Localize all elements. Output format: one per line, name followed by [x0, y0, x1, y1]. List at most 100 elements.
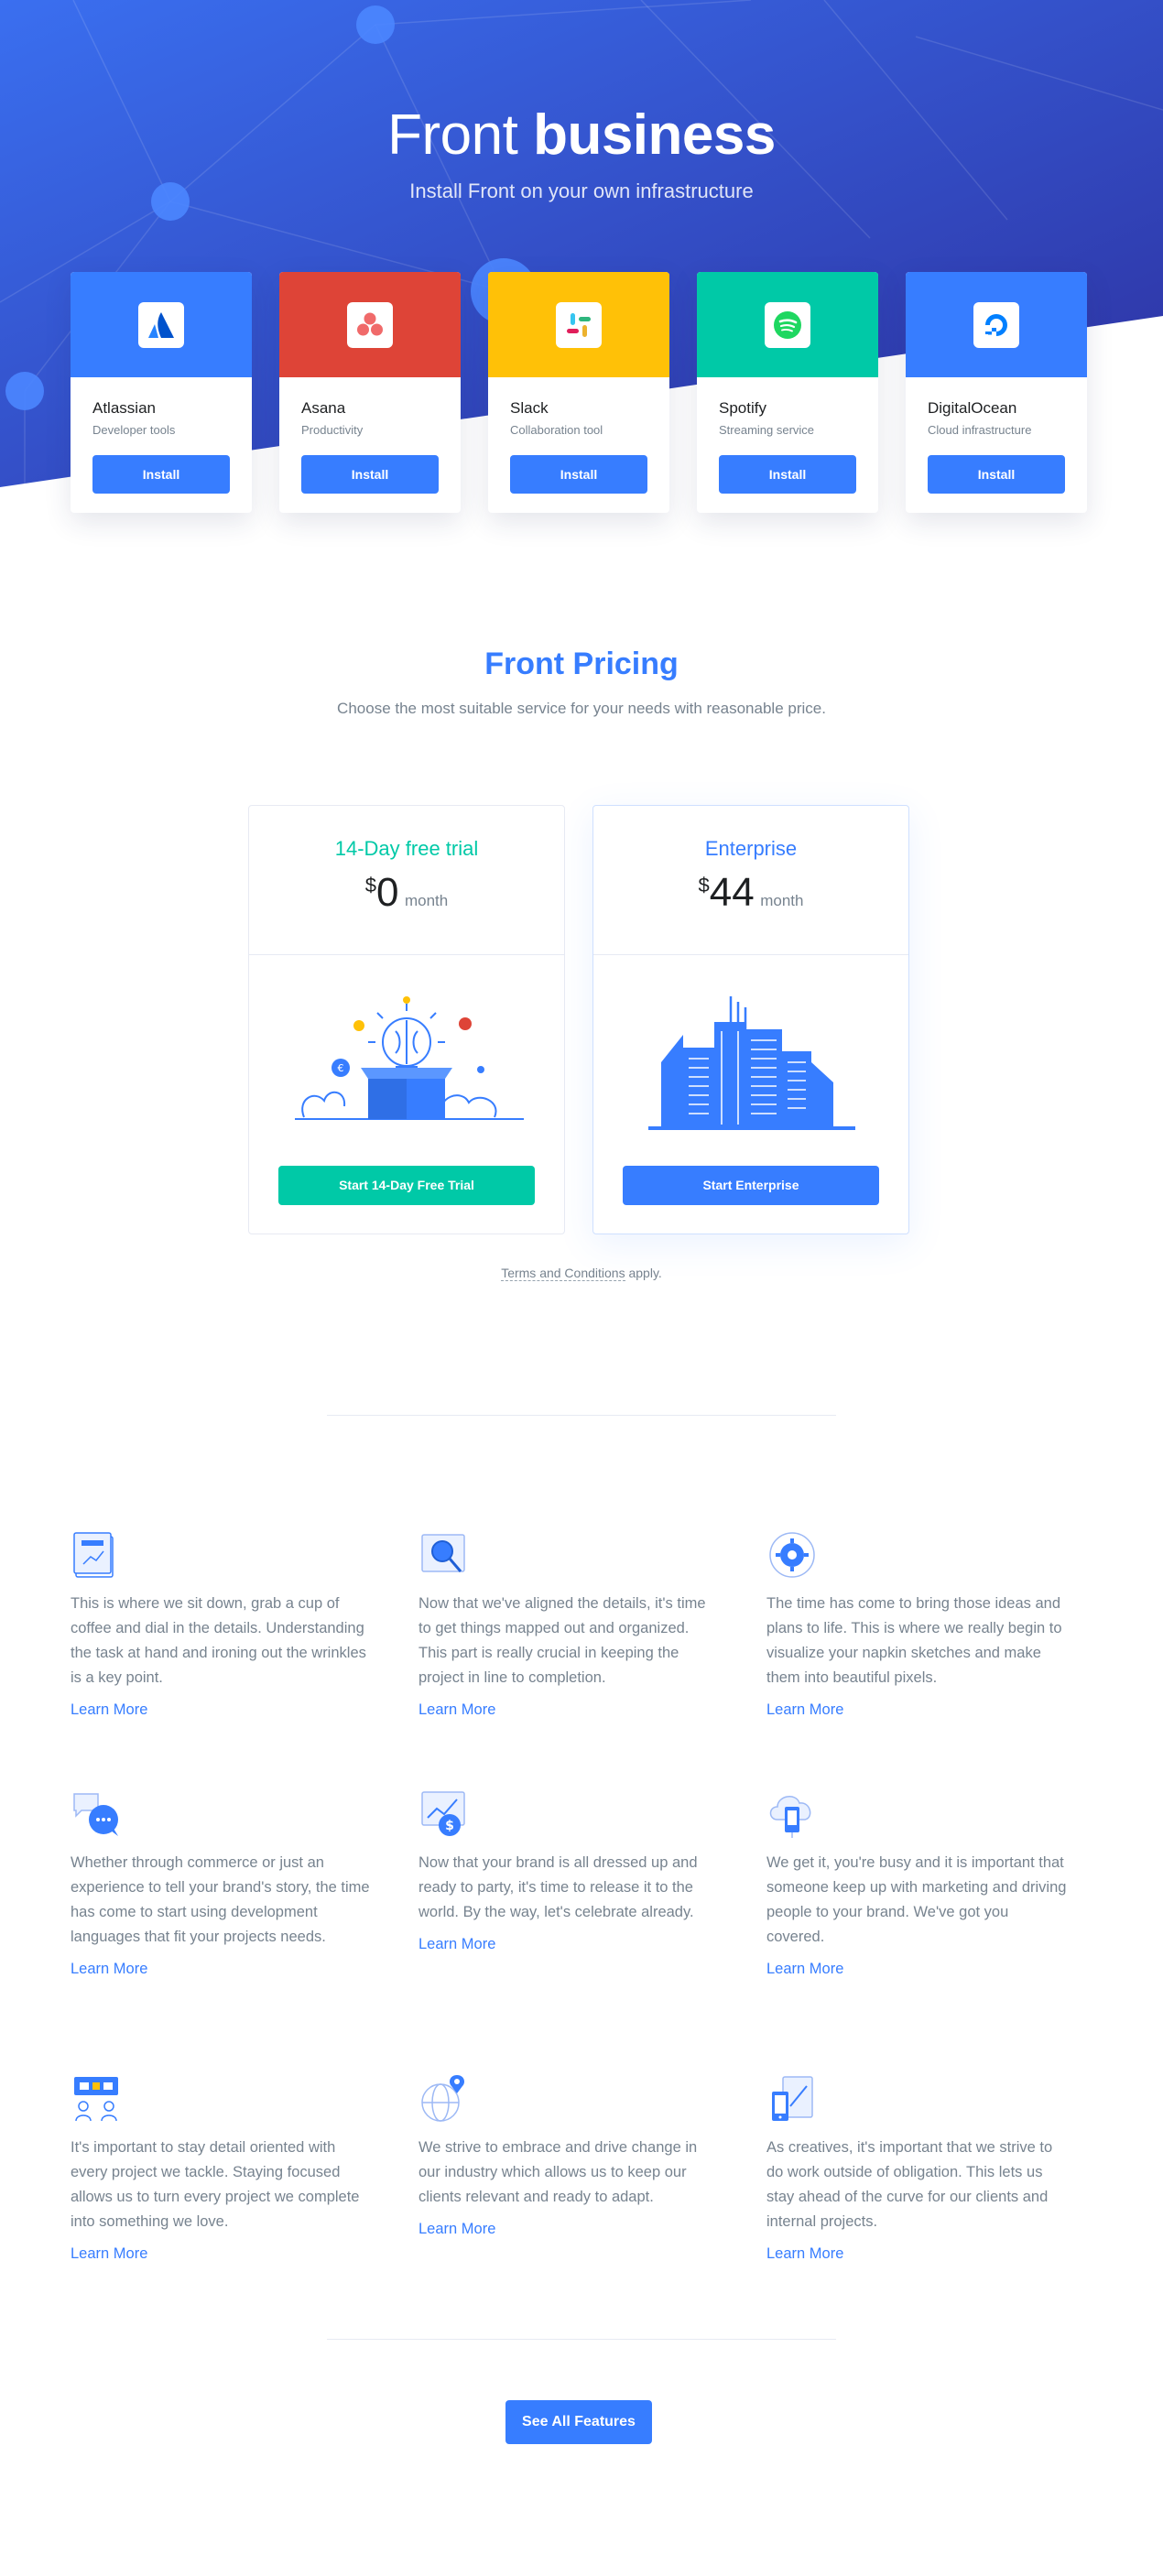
install-button-spotify[interactable]: Install: [719, 455, 856, 494]
learn-more-link[interactable]: Learn More: [418, 2221, 495, 2238]
feature-text: Now that your brand is all dressed up an…: [418, 1854, 698, 1920]
hero-section: Front business Install Front on your own…: [0, 0, 1163, 586]
slack-logo-icon: [556, 301, 602, 348]
start-enterprise-button[interactable]: Start Enterprise: [623, 1166, 879, 1205]
price-currency: $: [364, 874, 377, 897]
gear-globe-icon: [766, 1529, 818, 1581]
app-name: Spotify: [719, 399, 766, 417]
price-period: month: [760, 892, 804, 909]
plan-name: Enterprise: [704, 837, 798, 860]
learn-more-link[interactable]: Learn More: [766, 1961, 843, 1978]
learn-more-link[interactable]: Learn More: [71, 2245, 147, 2263]
hero-subtitle: Install Front on your own infrastructure: [409, 179, 754, 202]
app-name: DigitalOcean: [928, 399, 1017, 417]
plan-price: $0 month: [249, 870, 564, 916]
start-free-trial-button[interactable]: Start 14-Day Free Trial: [278, 1166, 535, 1205]
see-all-features-button[interactable]: See All Features: [505, 2400, 652, 2444]
price-amount: 44: [709, 870, 755, 915]
feature-item: Whether through commerce or just an expe…: [71, 1788, 373, 1978]
document-chart-icon: [71, 1529, 122, 1581]
section-divider: [327, 1415, 836, 1416]
pricing-title-light: Front: [484, 647, 565, 681]
svg-text:$: $: [445, 1819, 454, 1833]
app-name: Asana: [301, 399, 346, 417]
app-card-header: [71, 272, 252, 377]
install-button-asana[interactable]: Install: [301, 455, 439, 494]
plan-card-free-trial: 14-Day free trial $0 month € Start 14-Da…: [248, 805, 565, 1234]
chat-bubbles-icon: [71, 1788, 122, 1840]
app-card-header: [697, 272, 878, 377]
learn-more-link[interactable]: Learn More: [418, 1701, 495, 1719]
feature-text: This is where we sit down, grab a cup of…: [71, 1595, 366, 1686]
team-collaboration-icon: [71, 2073, 122, 2125]
section-divider: [327, 2339, 836, 2340]
plan-card-enterprise: Enterprise $44 month Start Enterprise: [592, 805, 909, 1234]
terms-note: Terms and Conditions apply.: [0, 1266, 1163, 1281]
pricing-subtitle: Choose the most suitable service for you…: [337, 700, 826, 717]
feature-item: It's important to stay detail oriented w…: [71, 2073, 373, 2263]
plan-divider: [249, 954, 564, 955]
feature-item: $ Now that your brand is all dressed up …: [418, 1788, 721, 1953]
brain-in-box-icon: €: [249, 980, 564, 1145]
pricing-title-bold: Pricing: [572, 647, 679, 681]
growth-chart-dollar-icon: $: [418, 1788, 470, 1840]
terms-link[interactable]: Terms and Conditions: [501, 1266, 625, 1281]
app-category: Cloud infrastructure: [928, 423, 1032, 437]
atlassian-logo-icon: [138, 301, 184, 348]
svg-text:€: €: [338, 1062, 344, 1074]
price-amount: 0: [376, 870, 399, 915]
learn-more-link[interactable]: Learn More: [766, 2245, 843, 2263]
app-card-header: [279, 272, 461, 377]
install-button-digitalocean[interactable]: Install: [928, 455, 1065, 494]
app-card-atlassian: Atlassian Developer tools Install: [71, 272, 252, 513]
app-name: Atlassian: [92, 399, 156, 417]
hero-title-bold: business: [533, 103, 776, 167]
feature-text: We strive to embrace and drive change in…: [418, 2139, 698, 2205]
app-cards: Atlassian Developer tools Install Asana …: [71, 272, 1089, 513]
feature-item: Now that we've aligned the details, it's…: [418, 1529, 721, 1719]
app-card-header: [906, 272, 1087, 377]
magnifier-window-icon: [418, 1529, 470, 1581]
feature-item: As creatives, it's important that we str…: [766, 2073, 1069, 2263]
feature-item: This is where we sit down, grab a cup of…: [71, 1529, 373, 1719]
install-button-atlassian[interactable]: Install: [92, 455, 230, 494]
feature-text: As creatives, it's important that we str…: [766, 2139, 1053, 2230]
digitalocean-logo-icon: [973, 301, 1019, 348]
feature-text: Whether through commerce or just an expe…: [71, 1854, 370, 1945]
mobile-tablet-icon: [766, 2073, 818, 2125]
learn-more-link[interactable]: Learn More: [766, 1701, 843, 1719]
app-category: Productivity: [301, 423, 364, 437]
app-card-asana: Asana Productivity Install: [279, 272, 461, 513]
cloud-mobile-icon: [766, 1788, 818, 1840]
feature-text: It's important to stay detail oriented w…: [71, 2139, 360, 2230]
install-button-slack[interactable]: Install: [510, 455, 647, 494]
price-period: month: [404, 892, 449, 909]
feature-item: We strive to embrace and drive change in…: [418, 2073, 721, 2238]
app-name: Slack: [510, 399, 549, 417]
spotify-logo-icon: [765, 301, 810, 348]
price-currency: $: [698, 874, 710, 897]
plan-price: $44 month: [593, 870, 908, 916]
feature-text: We get it, you're busy and it is importa…: [766, 1854, 1067, 1945]
city-buildings-icon: [593, 980, 908, 1145]
globe-location-icon: [418, 2073, 470, 2125]
app-category: Collaboration tool: [510, 423, 603, 437]
app-card-slack: Slack Collaboration tool Install: [488, 272, 669, 513]
app-category: Streaming service: [719, 423, 815, 437]
app-card-spotify: Spotify Streaming service Install: [697, 272, 878, 513]
hero-title: Front business: [0, 103, 1163, 168]
plan-name: 14-Day free trial: [334, 837, 479, 860]
feature-item: The time has come to bring those ideas a…: [766, 1529, 1069, 1719]
terms-suffix: apply.: [625, 1266, 662, 1280]
feature-text: Now that we've aligned the details, it's…: [418, 1595, 706, 1686]
learn-more-link[interactable]: Learn More: [71, 1961, 147, 1978]
hero-title-light: Front: [387, 103, 518, 167]
pricing-title: Front Pricing: [0, 647, 1163, 682]
learn-more-link[interactable]: Learn More: [418, 1936, 495, 1953]
learn-more-link[interactable]: Learn More: [71, 1701, 147, 1719]
app-card-digitalocean: DigitalOcean Cloud infrastructure Instal…: [906, 272, 1087, 513]
plan-divider: [593, 954, 908, 955]
app-card-header: [488, 272, 669, 377]
asana-logo-icon: [347, 301, 393, 348]
feature-text: The time has come to bring those ideas a…: [766, 1595, 1062, 1686]
